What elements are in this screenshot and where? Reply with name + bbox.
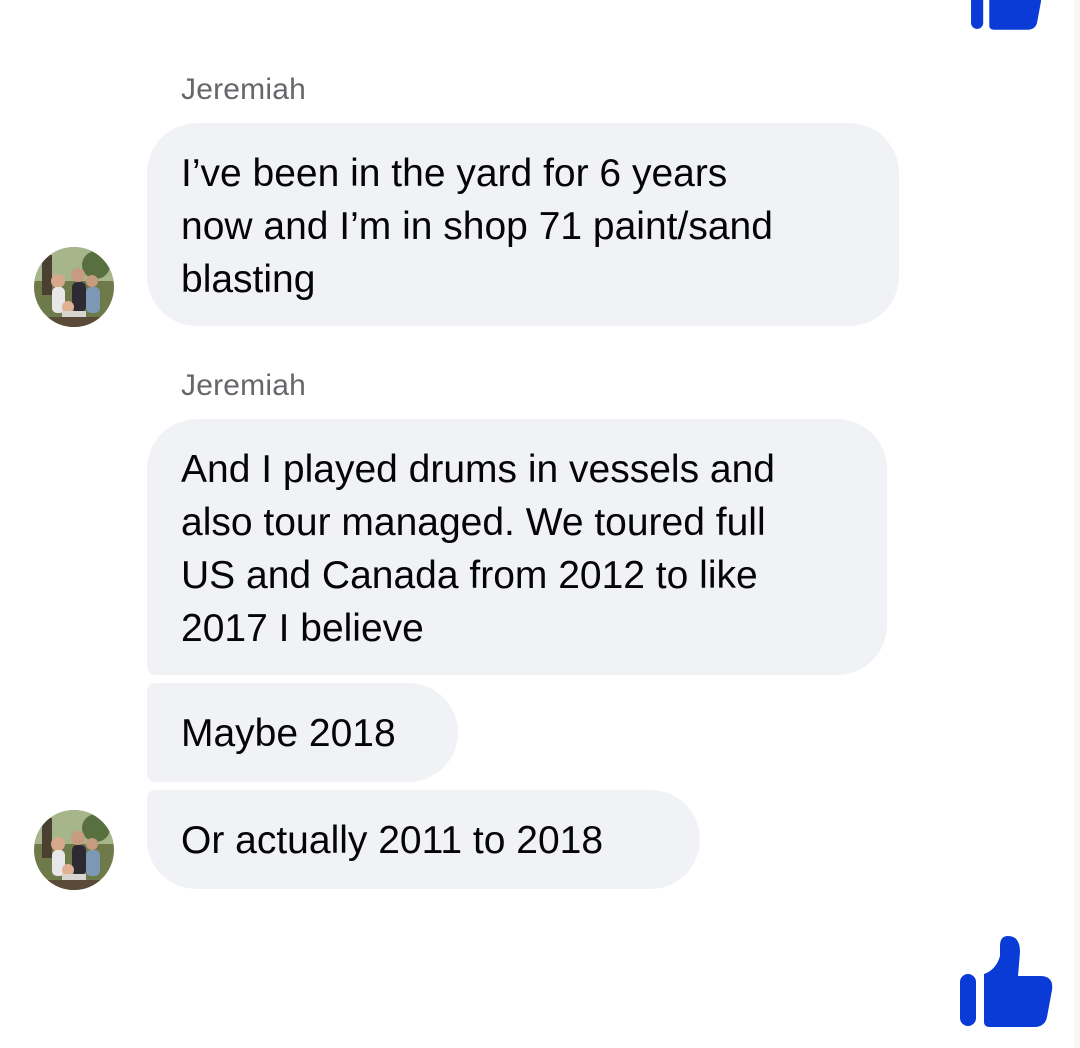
sender-name: Jeremiah bbox=[181, 369, 306, 402]
avatar[interactable] bbox=[34, 810, 114, 890]
message-bubble[interactable]: Or actually 2011 to 2018 bbox=[147, 790, 700, 889]
sender-name: Jeremiah bbox=[181, 73, 306, 106]
message-bubble[interactable]: And I played drums in vessels and also t… bbox=[147, 419, 887, 675]
thumbs-up-icon[interactable] bbox=[956, 0, 1056, 32]
message-text: Maybe 2018 bbox=[181, 712, 396, 755]
thumbs-up-icon[interactable] bbox=[956, 928, 1056, 1032]
message-text: And I played drums in vessels and also t… bbox=[181, 448, 775, 650]
message-text: Or actually 2011 to 2018 bbox=[181, 819, 604, 862]
scrollbar[interactable] bbox=[1074, 0, 1080, 1048]
chat-screen: Jeremiah I’ve been in the yard for 6 yea… bbox=[0, 0, 1080, 1048]
message-bubble[interactable]: I’ve been in the yard for 6 years now an… bbox=[147, 123, 899, 326]
message-bubble[interactable]: Maybe 2018 bbox=[147, 683, 458, 782]
avatar[interactable] bbox=[34, 247, 114, 327]
message-text: I’ve been in the yard for 6 years now an… bbox=[181, 152, 773, 301]
